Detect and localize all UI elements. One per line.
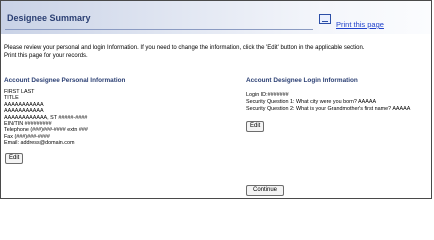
title-divider [5,29,313,30]
personal-info-heading: Account Designee Personal Information [4,77,126,84]
login-info-heading: Account Designee Login Information [246,77,358,84]
printer-icon[interactable] [319,14,331,24]
intro-text: Please review your personal and login In… [4,45,428,60]
intro-line-1: Please review your personal and login In… [4,45,365,51]
personal-telephone: Telephone (###)###-#### extn ### [4,127,88,134]
continue-button[interactable]: Continue [246,185,285,196]
edit-login-button[interactable]: Edit [246,121,265,132]
print-page-link[interactable]: Print this page [336,20,384,29]
security-question-1: Security Question 1: What city were you … [246,99,377,105]
edit-personal-button[interactable]: Edit [5,153,24,164]
security-question-2: Security Question 2: What is your Grandm… [246,106,411,112]
intro-line-2: Print this page for your records. [4,52,88,59]
login-id: Login ID:####### [246,92,289,98]
personal-info-block: FIRST LAST TITLE AAAAAAAAAAA AAAAAAAAAAA… [4,89,88,147]
login-info-block: Login ID:####### Security Question 1: Wh… [246,92,410,113]
page-title: Designee Summary [7,13,91,23]
personal-email: Email: address@domain.com [4,140,75,147]
title-bar: Designee Summary Print this page [1,1,431,34]
